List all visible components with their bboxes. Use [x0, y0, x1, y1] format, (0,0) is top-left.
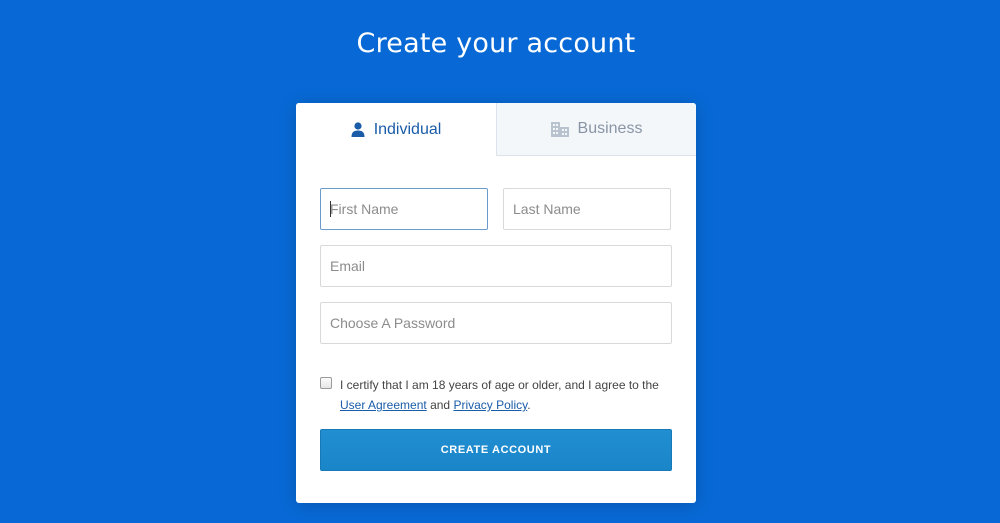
page-title: Create your account — [356, 28, 636, 59]
certify-statement: I certify that I am 18 years of age or o… — [340, 378, 659, 392]
create-account-button[interactable]: CREATE ACCOUNT — [320, 429, 672, 471]
account-type-tabs: Individual Business — [296, 103, 696, 156]
person-icon — [351, 122, 365, 137]
and-text: and — [430, 398, 451, 412]
tab-individual-label: Individual — [373, 120, 442, 138]
certify-text: I certify that I am 18 years of age or o… — [340, 375, 680, 415]
last-name-input[interactable] — [503, 188, 671, 230]
signup-card: Individual Business First Name Last Name… — [296, 103, 696, 503]
certify-checkbox[interactable] — [320, 377, 332, 389]
user-agreement-link[interactable]: User Agreement — [340, 398, 427, 412]
certify-agreement: I certify that I am 18 years of age or o… — [320, 375, 680, 415]
email-input[interactable] — [320, 245, 672, 287]
password-input[interactable] — [320, 302, 672, 344]
tab-business[interactable]: Business — [496, 103, 696, 156]
first-name-input[interactable] — [320, 188, 488, 230]
period-text: . — [527, 398, 531, 412]
tab-individual[interactable]: Individual — [296, 103, 496, 156]
building-icon — [550, 121, 569, 137]
text-caret — [330, 201, 331, 217]
privacy-policy-link[interactable]: Privacy Policy — [453, 398, 527, 412]
tab-business-label: Business — [577, 120, 643, 137]
